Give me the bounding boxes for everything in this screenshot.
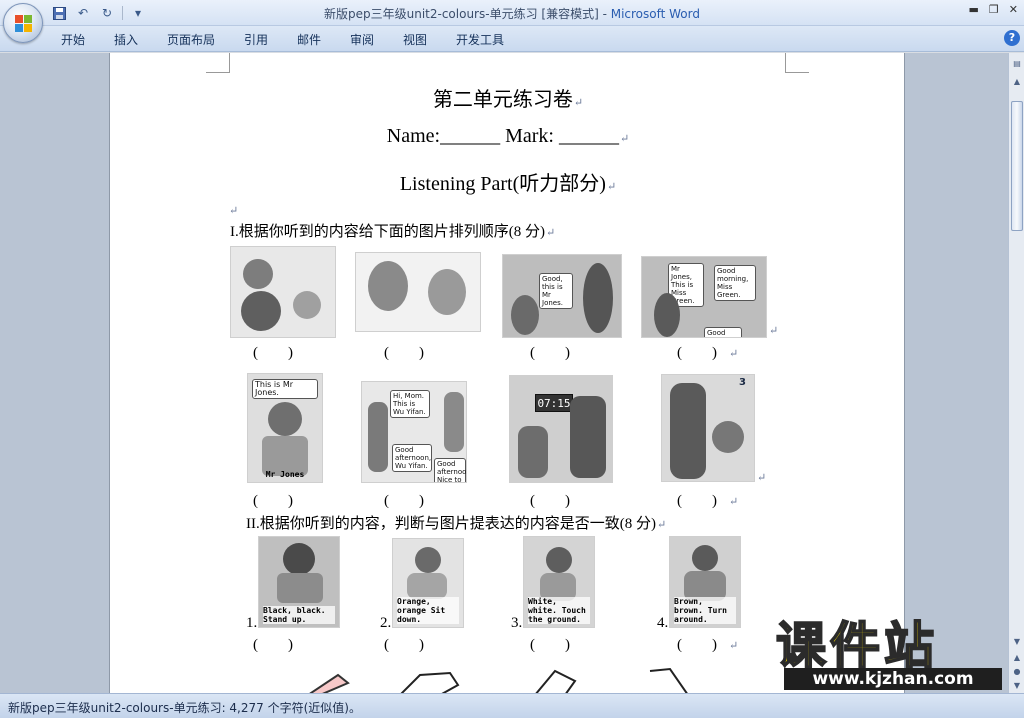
picture-mr-jones: This is Mr Jones. Mr Jones — [247, 373, 323, 483]
answer-blank[interactable]: ( ) — [530, 637, 570, 654]
margin-corner-mark — [785, 53, 809, 73]
scroll-up-icon[interactable]: ▲ — [1011, 75, 1023, 89]
document-title: 第二单元练习卷↵ — [432, 89, 584, 111]
picture-orange-sit-down: Orange, orange Sit down. — [392, 538, 464, 628]
answer-blank[interactable]: ( ) — [530, 493, 570, 510]
picture-animals — [355, 252, 481, 332]
picture-clock: 07:15 — [509, 375, 613, 483]
scroll-down-icon[interactable]: ▼ — [1011, 635, 1023, 649]
answer-blank[interactable]: ( ) — [384, 493, 424, 510]
office-logo-icon — [15, 15, 33, 33]
answer-blank[interactable]: ( ) — [384, 637, 424, 654]
window-controls: ▬ ❐ ✕ — [969, 3, 1019, 16]
section-1-heading: I.根据你听到的内容给下面的图片排列顺序(8 分)↵ — [230, 224, 556, 240]
paragraph-mark: ↵ — [769, 325, 779, 337]
document-workspace: 第二单元练习卷↵ Name:______ Mark: ______↵ Liste… — [0, 53, 1008, 693]
tab-review[interactable]: 审阅 — [350, 31, 374, 48]
status-bar: 新版pep三年级unit2-colours-单元练习: 4,277 个字符(近似… — [0, 693, 1024, 718]
tab-references[interactable]: 引用 — [244, 31, 268, 48]
listening-heading: Listening Part(听力部分)↵ — [399, 173, 617, 195]
picture-boy-waving — [230, 246, 336, 338]
answer-blank[interactable]: ( ) — [677, 493, 717, 510]
status-word-count[interactable]: 新版pep三年级unit2-colours-单元练习: 4,277 个字符(近似… — [8, 699, 361, 716]
previous-page-icon[interactable]: ▲ — [1011, 651, 1023, 665]
answer-blank[interactable]: ( ) — [253, 637, 293, 654]
picture-good-morning: Mr Jones, This is Miss Green. Good morni… — [641, 256, 767, 338]
answer-blank[interactable]: ( ) — [384, 345, 424, 362]
page-number-label: 3 — [739, 377, 746, 388]
title-bar: ↶ ↻ ▾ 新版pep三年级unit2-colours-单元练习 [兼容模式] … — [0, 0, 1024, 26]
picture-brown-turn-around: Brown, brown. Turn around. — [669, 536, 741, 628]
browse-object-icon[interactable]: ● — [1011, 665, 1023, 679]
maximize-icon[interactable]: ❐ — [989, 3, 999, 16]
picture-teacher-boy: 3 — [661, 374, 755, 482]
ruler-toggle-icon[interactable]: ▤ — [1011, 57, 1023, 71]
tab-view[interactable]: 视图 — [403, 31, 427, 48]
picture-white-touch-ground: White, white. Touch the ground. — [523, 536, 595, 628]
watermark-logo: 课件站 — [775, 617, 938, 675]
tab-page-layout[interactable]: 页面布局 — [167, 31, 215, 48]
margin-corner-mark — [206, 53, 230, 73]
tab-home[interactable]: 开始 — [61, 31, 85, 48]
watermark-url: www.kjzhan.com — [784, 668, 1002, 690]
paragraph-mark: ↵ — [729, 348, 739, 360]
minimize-icon[interactable]: ▬ — [969, 3, 979, 16]
answer-blank[interactable]: ( ) — [253, 493, 293, 510]
picture-introduce-teacher: Good, this is Mr Jones. — [502, 254, 622, 338]
name-mark-line: Name:______ Mark: ______↵ — [386, 125, 630, 147]
app-name: Microsoft Word — [610, 7, 700, 21]
answer-blank[interactable]: ( ) — [253, 345, 293, 362]
paragraph-mark: ↵ — [729, 640, 739, 652]
paragraph-mark: ↵ — [757, 472, 767, 484]
answer-blank[interactable]: ( ) — [677, 345, 717, 362]
help-icon[interactable]: ? — [1004, 30, 1020, 46]
tab-insert[interactable]: 插入 — [114, 31, 138, 48]
clock-display: 07:15 — [535, 394, 573, 412]
window-title: 新版pep三年级unit2-colours-单元练习 [兼容模式] - Micr… — [324, 7, 700, 21]
item-number: 4. — [657, 615, 669, 631]
tab-developer[interactable]: 开发工具 — [456, 31, 504, 48]
answer-blank[interactable]: ( ) — [530, 345, 570, 362]
close-icon[interactable]: ✕ — [1009, 3, 1018, 16]
next-page-icon[interactable]: ▼ — [1011, 679, 1023, 693]
tab-mailings[interactable]: 邮件 — [297, 31, 321, 48]
picture-black-stand-up: Black, black. Stand up. — [258, 536, 340, 628]
item-number: 1. — [246, 615, 258, 631]
section-2-heading: II.根据你听到的内容，判断与图片提表达的内容是否一致(8 分)↵ — [246, 516, 667, 532]
empty-paragraph-mark: ↵ — [229, 205, 239, 217]
item-number: 2. — [380, 615, 392, 631]
item-number: 3. — [511, 615, 523, 631]
ribbon-tabs: 开始 插入 页面布局 引用 邮件 审阅 视图 开发工具 — [0, 26, 1024, 52]
vertical-scrollbar[interactable]: ▤ ▲ ▼ ▲ ● ▼ — [1008, 53, 1024, 693]
picture-hi-mom: Hi, Mom. This is Wu Yifan. Good afternoo… — [361, 381, 467, 483]
office-button[interactable] — [3, 3, 43, 43]
answer-blank[interactable]: ( ) — [677, 637, 717, 654]
scrollbar-thumb[interactable] — [1011, 101, 1023, 231]
document-page[interactable]: 第二单元练习卷↵ Name:______ Mark: ______↵ Liste… — [109, 53, 905, 693]
line-art-stationery — [309, 667, 688, 693]
paragraph-mark: ↵ — [729, 496, 739, 508]
